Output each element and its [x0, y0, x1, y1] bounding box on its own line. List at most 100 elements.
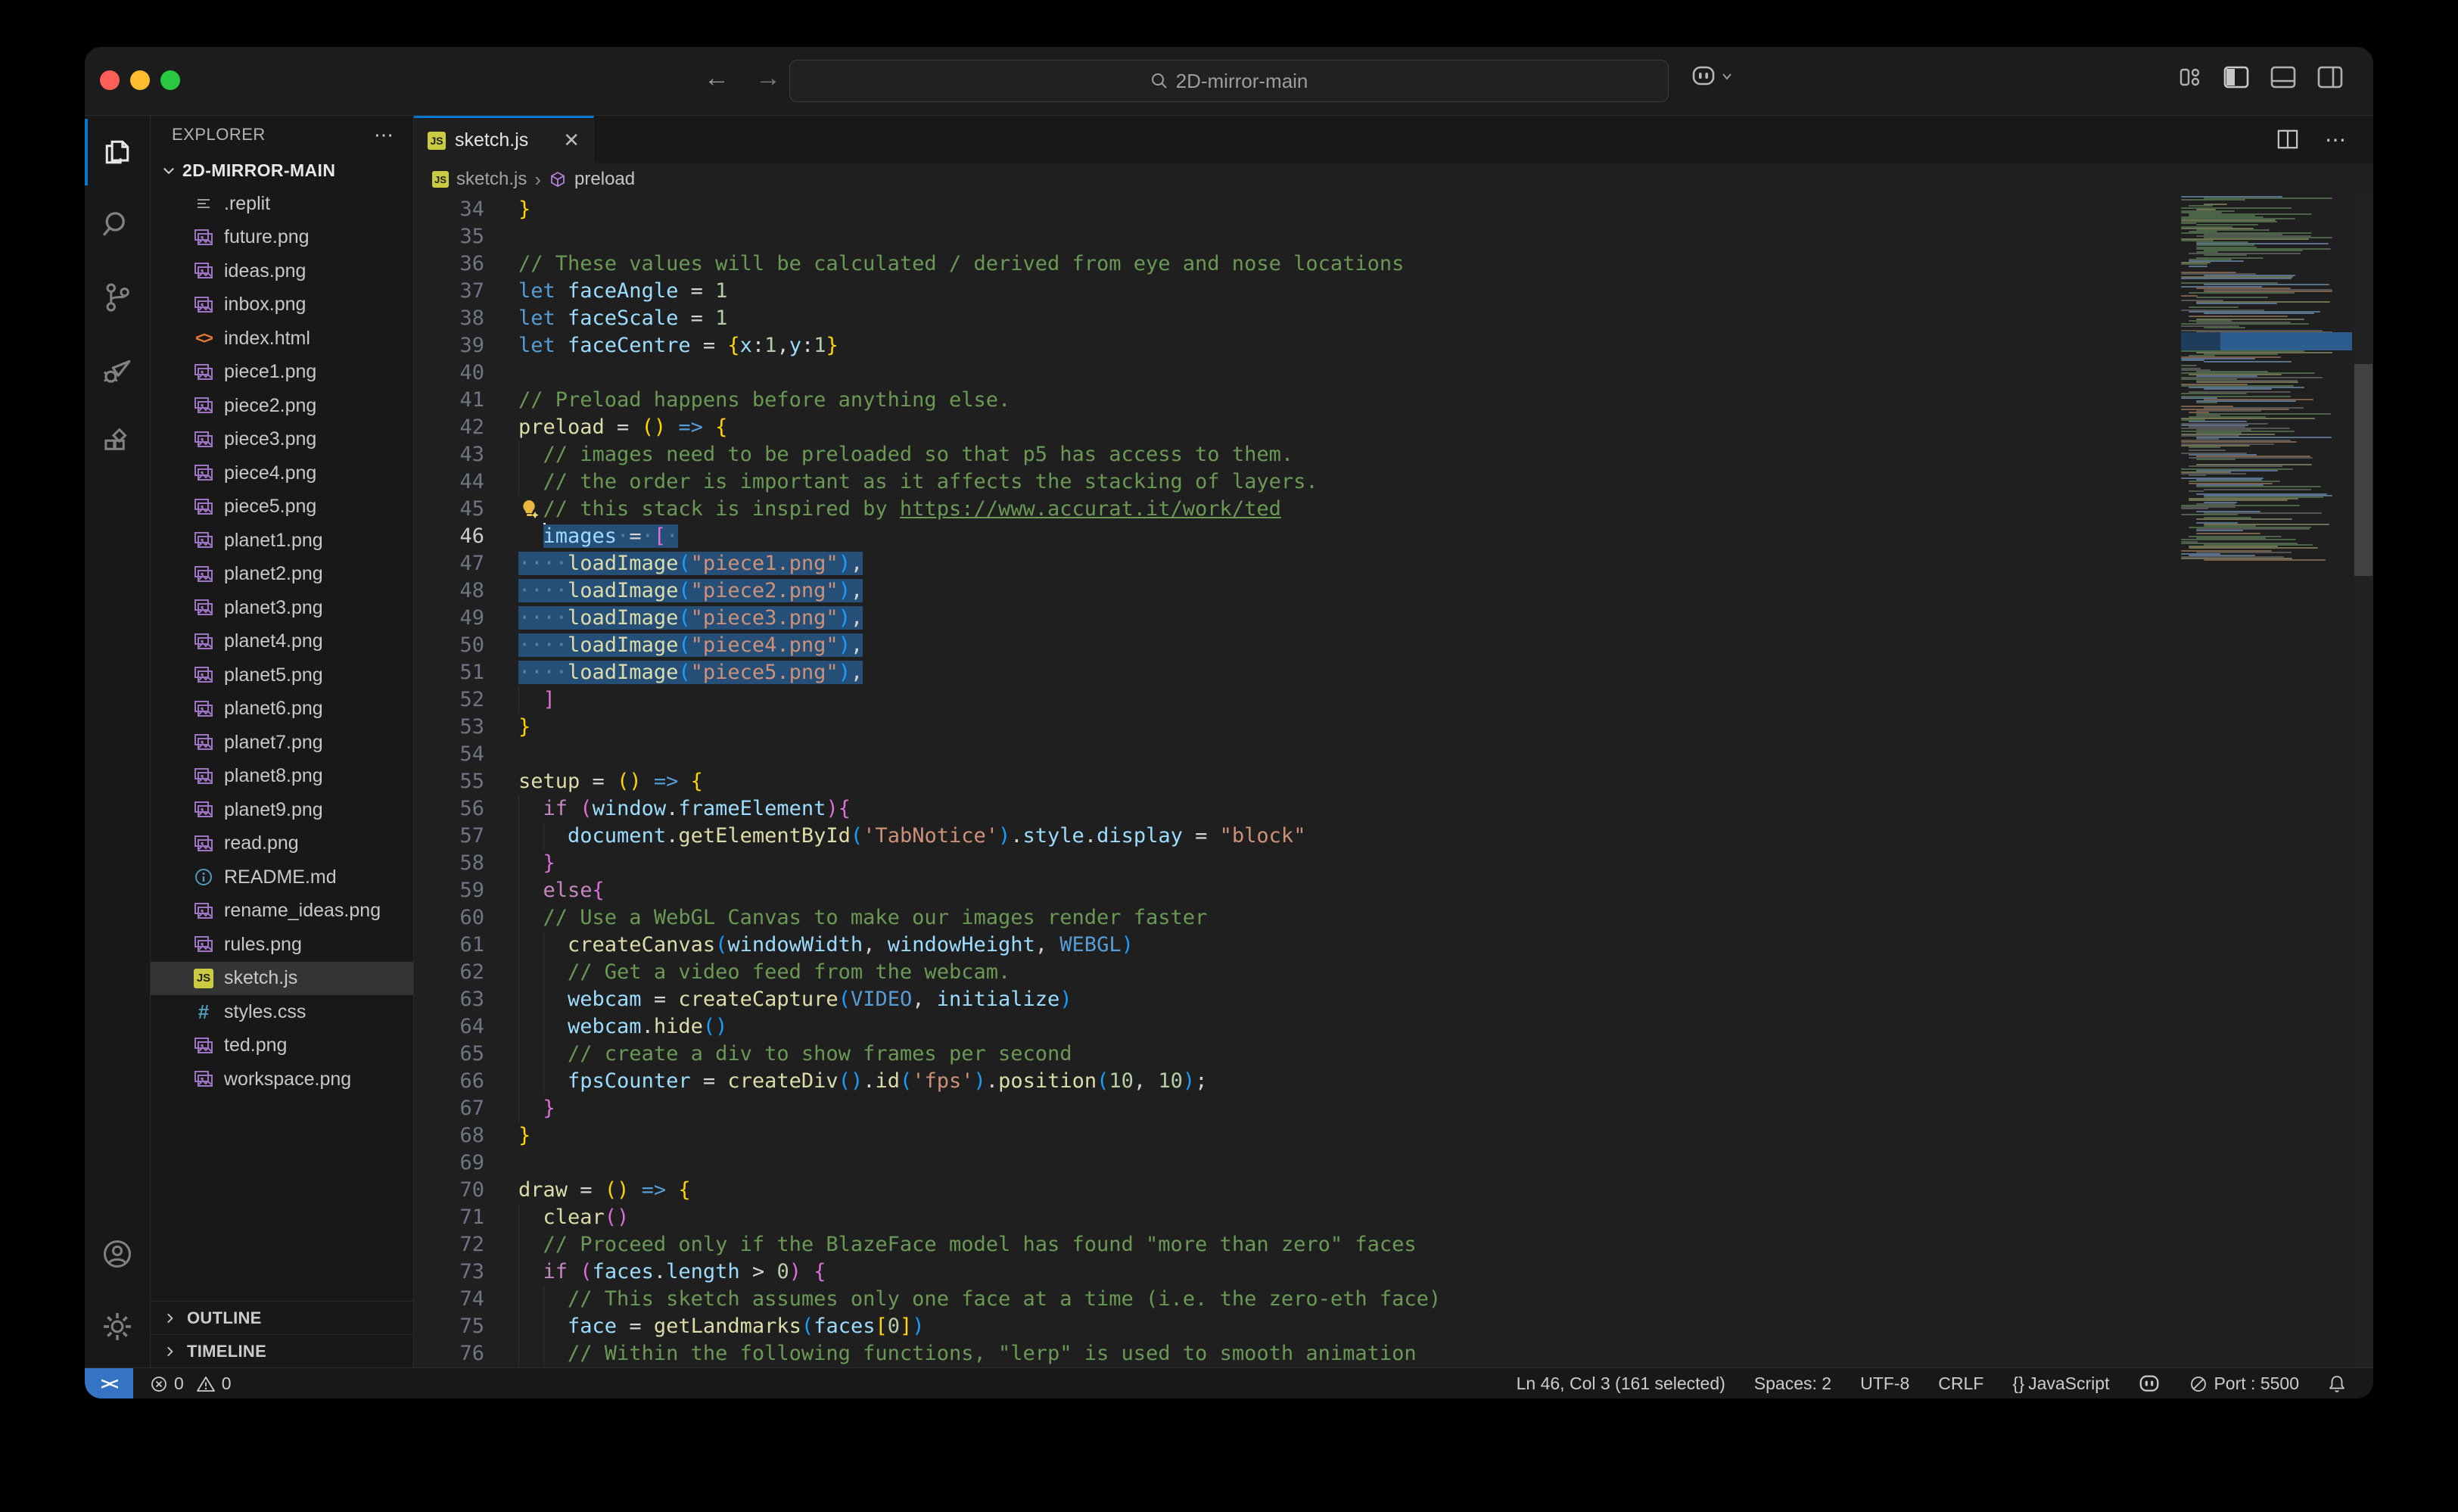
code-line-75[interactable]: 75 face = getLandmarks(faces[0]) — [414, 1313, 2373, 1340]
code-line-64[interactable]: 64 webcam.hide() — [414, 1013, 2373, 1041]
code-line-41[interactable]: 41// Preload happens before anything els… — [414, 387, 2373, 414]
file-item-README.md[interactable]: README.md — [151, 860, 413, 894]
toggle-panel-icon[interactable] — [2270, 66, 2296, 89]
bell-icon[interactable] — [2328, 1374, 2346, 1394]
breadcrumb-symbol[interactable]: preload — [574, 169, 635, 190]
code-line-69[interactable]: 69 — [414, 1150, 2373, 1177]
folder-root[interactable]: 2D-MIRROR-MAIN — [151, 154, 413, 187]
code-line-38[interactable]: 38let faceScale = 1 — [414, 305, 2373, 332]
activity-run-debug[interactable] — [85, 334, 150, 406]
close-icon[interactable]: ✕ — [563, 129, 580, 152]
code-line-62[interactable]: 62 // Get a video feed from the webcam. — [414, 959, 2373, 986]
code-line-44[interactable]: 44 // the order is important as it affec… — [414, 468, 2373, 496]
timeline-section[interactable]: TIMELINE — [151, 1334, 413, 1367]
code-line-51[interactable]: 51····loadImage("piece5.png"), — [414, 659, 2373, 686]
code-line-47[interactable]: 47····loadImage("piece1.png"), — [414, 550, 2373, 577]
code-line-68[interactable]: 68} — [414, 1122, 2373, 1150]
code-line-35[interactable]: 35 — [414, 223, 2373, 250]
file-item-planet5.png[interactable]: planet5.png — [151, 658, 413, 692]
file-item-index.html[interactable]: <>index.html — [151, 322, 413, 356]
file-item-planet1.png[interactable]: planet1.png — [151, 524, 413, 558]
file-item-rules.png[interactable]: rules.png — [151, 928, 413, 962]
explorer-actions-icon[interactable]: ⋯ — [374, 123, 395, 147]
file-item-piece5.png[interactable]: piece5.png — [151, 490, 413, 524]
command-center-search[interactable]: 2D-mirror-main — [789, 60, 1669, 102]
code-line-48[interactable]: 48····loadImage("piece2.png"), — [414, 577, 2373, 605]
file-item-piece1.png[interactable]: piece1.png — [151, 356, 413, 390]
breadcrumb-file[interactable]: sketch.js — [456, 169, 527, 190]
customize-layout-icon[interactable] — [2178, 65, 2202, 89]
file-item-future.png[interactable]: future.png — [151, 221, 413, 255]
code-line-73[interactable]: 73 if (faces.length > 0) { — [414, 1258, 2373, 1286]
file-item-.replit[interactable]: .replit — [151, 187, 413, 221]
file-item-planet8.png[interactable]: planet8.png — [151, 760, 413, 794]
code-line-56[interactable]: 56 if (window.frameElement){ — [414, 795, 2373, 823]
indentation-status[interactable]: Spaces: 2 — [1754, 1374, 1831, 1394]
code-line-36[interactable]: 36// These values will be calculated / d… — [414, 250, 2373, 278]
code-line-76[interactable]: 76 // Within the following functions, "l… — [414, 1340, 2373, 1367]
file-item-planet4.png[interactable]: planet4.png — [151, 625, 413, 659]
code-line-72[interactable]: 72 // Proceed only if the BlazeFace mode… — [414, 1231, 2373, 1258]
file-item-planet6.png[interactable]: planet6.png — [151, 692, 413, 726]
file-item-ideas.png[interactable]: ideas.png — [151, 254, 413, 288]
minimap[interactable] — [2181, 196, 2354, 1367]
code-line-50[interactable]: 50····loadImage("piece4.png"), — [414, 632, 2373, 659]
file-item-planet2.png[interactable]: planet2.png — [151, 558, 413, 592]
code-line-55[interactable]: 55setup = () => { — [414, 768, 2373, 795]
editor-scrollbar[interactable] — [2354, 196, 2373, 1367]
lightbulb-icon[interactable] — [518, 498, 541, 521]
code-line-70[interactable]: 70draw = () => { — [414, 1177, 2373, 1204]
minimize-window-button[interactable] — [130, 70, 150, 90]
code-line-40[interactable]: 40 — [414, 359, 2373, 387]
close-window-button[interactable] — [100, 70, 120, 90]
outline-section[interactable]: OUTLINE — [151, 1301, 413, 1334]
remote-indicator[interactable]: >< — [85, 1368, 133, 1398]
toggle-primary-sidebar-icon[interactable] — [2223, 66, 2249, 89]
code-line-63[interactable]: 63 webcam = createCapture(VIDEO, initial… — [414, 986, 2373, 1013]
copilot-icon[interactable] — [2138, 1374, 2161, 1394]
code-line-42[interactable]: 42preload = () => { — [414, 414, 2373, 441]
code-line-53[interactable]: 53} — [414, 714, 2373, 741]
language-status[interactable]: { } JavaScript — [2012, 1374, 2109, 1394]
code-line-57[interactable]: 57 document.getElementById('TabNotice').… — [414, 823, 2373, 850]
code-line-49[interactable]: 49····loadImage("piece3.png"), — [414, 605, 2373, 632]
code-line-46[interactable]: 46 images·=·[· — [414, 523, 2373, 550]
file-item-workspace.png[interactable]: workspace.png — [151, 1062, 413, 1097]
forward-arrow-icon[interactable]: → — [755, 64, 781, 93]
activity-settings[interactable] — [85, 1290, 150, 1363]
code-line-54[interactable]: 54 — [414, 741, 2373, 768]
activity-extensions[interactable] — [85, 406, 150, 479]
back-arrow-icon[interactable]: ← — [704, 64, 730, 93]
activity-search[interactable] — [85, 188, 150, 261]
file-item-planet7.png[interactable]: planet7.png — [151, 726, 413, 760]
code-line-43[interactable]: 43 // images need to be preloaded so tha… — [414, 441, 2373, 468]
file-item-inbox.png[interactable]: inbox.png — [151, 288, 413, 322]
split-editor-icon[interactable] — [2276, 129, 2299, 150]
code-line-60[interactable]: 60 // Use a WebGL Canvas to make our ima… — [414, 904, 2373, 932]
breadcrumb[interactable]: JS sketch.js › preload — [414, 163, 2373, 196]
code-line-74[interactable]: 74 // This sketch assumes only one face … — [414, 1286, 2373, 1313]
problems-status[interactable]: 0 0 — [150, 1374, 232, 1394]
code-line-37[interactable]: 37let faceAngle = 1 — [414, 278, 2373, 305]
file-item-planet3.png[interactable]: planet3.png — [151, 591, 413, 625]
code-line-65[interactable]: 65 // create a div to show frames per se… — [414, 1041, 2373, 1068]
cursor-position-status[interactable]: Ln 46, Col 3 (161 selected) — [1517, 1374, 1725, 1394]
file-item-rename_ideas.png[interactable]: rename_ideas.png — [151, 894, 413, 929]
copilot-menu[interactable] — [1691, 65, 1733, 88]
editor-actions-icon[interactable]: ⋯ — [2325, 127, 2346, 152]
code-line-59[interactable]: 59 else{ — [414, 877, 2373, 904]
file-item-planet9.png[interactable]: planet9.png — [151, 793, 413, 827]
scrollbar-slider[interactable] — [2354, 364, 2372, 576]
activity-account[interactable] — [85, 1218, 150, 1290]
file-item-piece2.png[interactable]: piece2.png — [151, 389, 413, 423]
code-line-58[interactable]: 58 } — [414, 850, 2373, 877]
file-item-read.png[interactable]: read.png — [151, 827, 413, 861]
code-line-71[interactable]: 71 clear() — [414, 1204, 2373, 1231]
file-item-styles.css[interactable]: #styles.css — [151, 995, 413, 1029]
file-item-sketch.js[interactable]: JSsketch.js — [151, 962, 413, 996]
activity-source-control[interactable] — [85, 261, 150, 334]
code-line-67[interactable]: 67 } — [414, 1095, 2373, 1122]
eol-status[interactable]: CRLF — [1938, 1374, 1984, 1394]
code-line-45[interactable]: 45 // this stack is inspired by https://… — [414, 496, 2373, 523]
port-status[interactable]: Port : 5500 — [2189, 1374, 2299, 1394]
